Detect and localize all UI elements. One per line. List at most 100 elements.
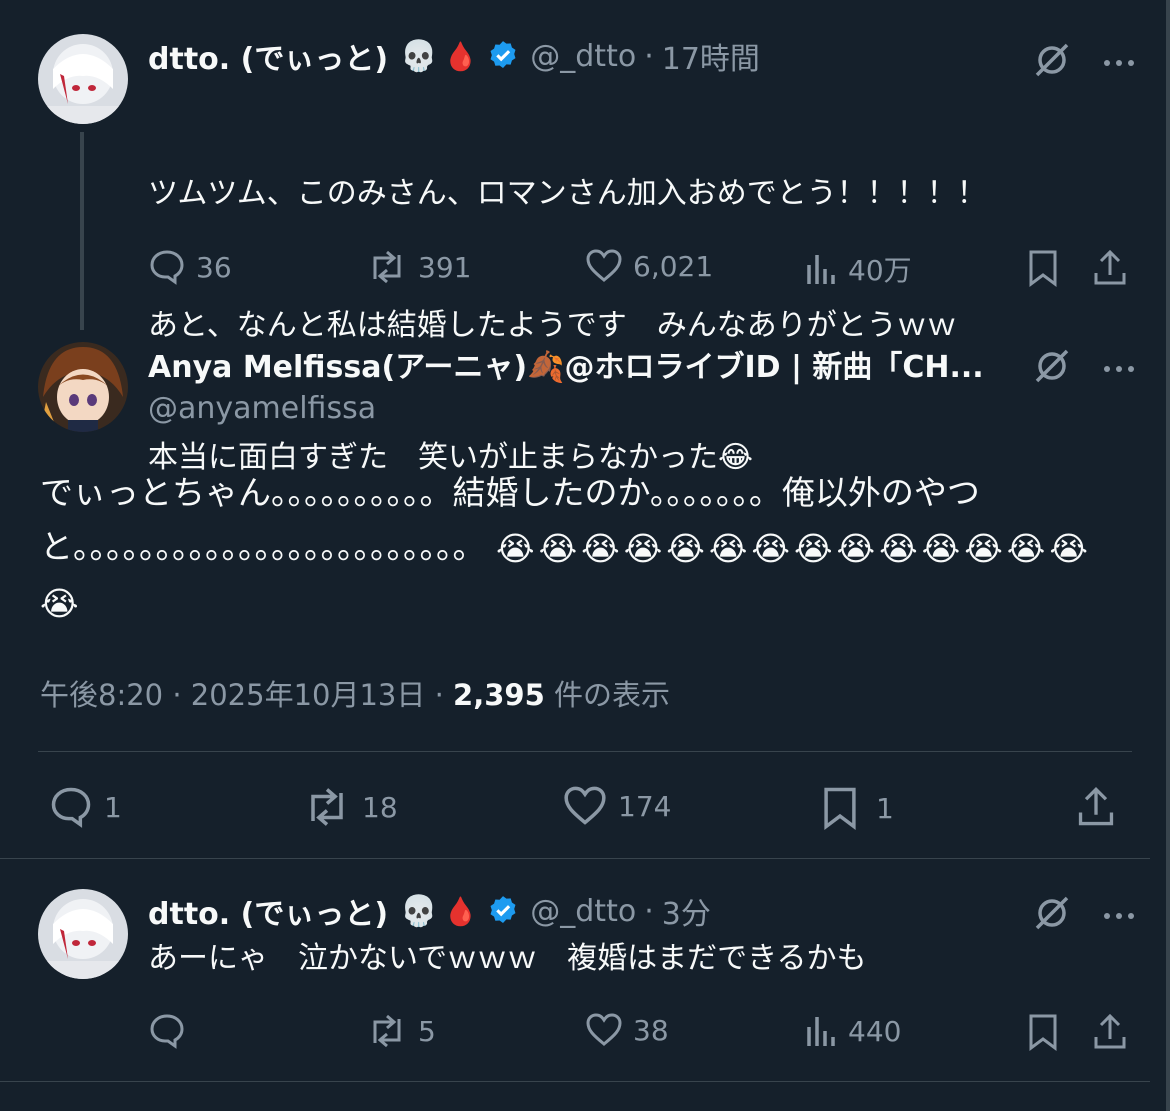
handle[interactable]: @anyamelfissa <box>148 391 376 426</box>
verified-badge-icon[interactable] <box>486 39 520 73</box>
tweet-top-actions <box>1032 40 1136 84</box>
reply-button[interactable]: 1 <box>48 786 122 828</box>
crying-emoji: 😭 <box>40 584 79 623</box>
like-count: 6,021 <box>633 249 714 283</box>
crying-emoji: 😭 <box>538 528 578 568</box>
repost-icon <box>373 250 401 284</box>
divider <box>38 751 1132 752</box>
tweet-text-line: ツムツム、このみさん、ロマンさん加入おめでとう！！！！！ <box>148 176 987 211</box>
crying-emoji: 😭 <box>751 528 790 568</box>
reply-count: 36 <box>196 250 232 284</box>
bookmark-icon <box>1029 1014 1057 1051</box>
divider <box>0 1081 1150 1082</box>
reply-icon <box>150 1014 184 1049</box>
views-button[interactable]: 40万 <box>804 249 912 289</box>
display-name[interactable]: dtto. (でぃっと) <box>148 34 388 78</box>
separator-dot: · <box>644 38 654 74</box>
repost-button[interactable]: 391 <box>366 249 471 285</box>
heart-icon <box>586 249 622 282</box>
views-icon <box>807 1017 835 1046</box>
crying-emoji: 😭 <box>1049 528 1088 568</box>
handle[interactable]: @_dtto <box>530 894 636 929</box>
tweet-header: dtto. (でぃっと) 💀 🩸 @_dtto · 3分 <box>148 889 711 933</box>
crying-emoji: 😭 <box>1006 528 1046 568</box>
more-options-icon[interactable] <box>1102 906 1136 925</box>
more-options-icon[interactable] <box>1102 359 1136 378</box>
skull-emoji: 💀 <box>400 893 438 929</box>
timestamp[interactable]: 17時間 <box>662 34 760 78</box>
bookmark-button[interactable]: 1 <box>822 786 894 830</box>
repost-button[interactable]: 18 <box>302 786 398 828</box>
crying-emoji: 😭 <box>496 528 535 568</box>
scrollbar-track[interactable] <box>1166 0 1170 1111</box>
verified-badge-icon[interactable] <box>486 894 520 928</box>
share-icon <box>1078 786 1114 826</box>
tweet-header: Anya Melfissa(アーニャ)🍂@ホロライブID | 新曲「CH... <box>148 342 984 386</box>
views-icon <box>807 255 835 284</box>
view-count: 40万 <box>848 254 912 287</box>
like-button[interactable]: 38 <box>585 1013 669 1047</box>
tweet-text: あーにゃ 泣かないでｗｗｗ 複婚はまだできるかも <box>148 941 867 976</box>
view-count-label: 件の表示 <box>554 678 671 712</box>
action-bar: 36 391 6,021 40万 <box>148 243 1138 293</box>
share-button[interactable] <box>1092 249 1128 287</box>
timeline: dtto. (でぃっと) 💀 🩸 @_dtto · 17時間 ツムツム、このみさ… <box>0 0 1170 1111</box>
separator-dot: · <box>434 678 444 712</box>
timestamp[interactable]: 3分 <box>662 889 711 933</box>
post-date[interactable]: 2025年10月13日 <box>191 678 426 712</box>
views-button[interactable]: 440 <box>804 1013 901 1049</box>
tweet-2-focused[interactable]: Anya Melfissa(アーニャ)🍂@ホロライブID | 新曲「CH... … <box>0 330 1150 858</box>
avatar-dtto[interactable] <box>38 34 128 124</box>
avatar-dtto[interactable] <box>38 889 128 979</box>
reply-button[interactable]: 36 <box>148 249 232 285</box>
share-icon <box>1094 249 1126 285</box>
bookmark-count: 1 <box>876 791 894 825</box>
repost-count: 391 <box>418 250 472 284</box>
grok-icon[interactable] <box>1032 40 1072 84</box>
crying-emoji: 😭 <box>666 528 705 568</box>
view-count: 2,395 <box>453 678 545 712</box>
handle-row: @anyamelfissa <box>148 386 376 430</box>
crying-emoji: 😭 <box>964 528 1003 568</box>
skull-emoji: 💀 <box>400 38 438 74</box>
reply-icon <box>150 250 184 285</box>
separator-dot: · <box>172 678 182 712</box>
blood-drop-emoji: 🩸 <box>443 39 479 73</box>
crying-emoji: 😭 <box>879 528 918 568</box>
crying-emoji: 😭 <box>581 528 620 568</box>
display-name[interactable]: dtto. (でぃっと) <box>148 889 388 933</box>
grok-icon[interactable] <box>1032 893 1072 937</box>
crying-emoji: 😭 <box>921 528 961 568</box>
crying-emoji: 😭 <box>836 528 876 568</box>
like-button[interactable]: 6,021 <box>585 249 713 283</box>
tweet-1[interactable]: dtto. (でぃっと) 💀 🩸 @_dtto · 17時間 ツムツム、このみさ… <box>0 0 1150 475</box>
crying-emoji: 😭 <box>708 528 748 568</box>
handle[interactable]: @_dtto <box>530 39 636 74</box>
reply-button[interactable] <box>148 1013 196 1049</box>
tweet-3[interactable]: dtto. (でぃっと) 💀 🩸 @_dtto · 3分 あーにゃ 泣かないでｗ… <box>0 859 1150 1081</box>
like-count: 174 <box>618 789 672 823</box>
heart-icon <box>564 786 606 825</box>
tweet-header: dtto. (でぃっと) 💀 🩸 @_dtto · 17時間 <box>148 34 760 78</box>
share-button[interactable] <box>1076 786 1116 828</box>
separator-dot: · <box>644 893 654 929</box>
post-time[interactable]: 午後8:20 <box>40 678 163 712</box>
reply-icon <box>51 787 91 828</box>
repost-button[interactable]: 5 <box>366 1013 436 1049</box>
bookmark-icon <box>824 787 856 830</box>
tweet-top-actions <box>1032 893 1136 937</box>
bookmark-button[interactable] <box>1028 249 1058 287</box>
tweet-meta: 午後8:20 · 2025年10月13日 · 2,395 件の表示 <box>40 672 670 714</box>
crying-emoji: 😭 <box>623 528 663 568</box>
avatar-anya[interactable] <box>38 342 128 432</box>
grok-icon[interactable] <box>1032 346 1072 390</box>
display-name[interactable]: Anya Melfissa(アーニャ)🍂@ホロライブID | 新曲「CH... <box>148 342 984 386</box>
repost-count: 18 <box>362 790 398 824</box>
like-button[interactable]: 174 <box>562 786 671 826</box>
more-options-icon[interactable] <box>1102 53 1136 72</box>
share-button[interactable] <box>1092 1013 1128 1051</box>
bookmark-icon <box>1029 250 1057 287</box>
heart-icon <box>586 1013 622 1046</box>
bookmark-button[interactable] <box>1028 1013 1058 1051</box>
repost-icon <box>373 1014 401 1048</box>
